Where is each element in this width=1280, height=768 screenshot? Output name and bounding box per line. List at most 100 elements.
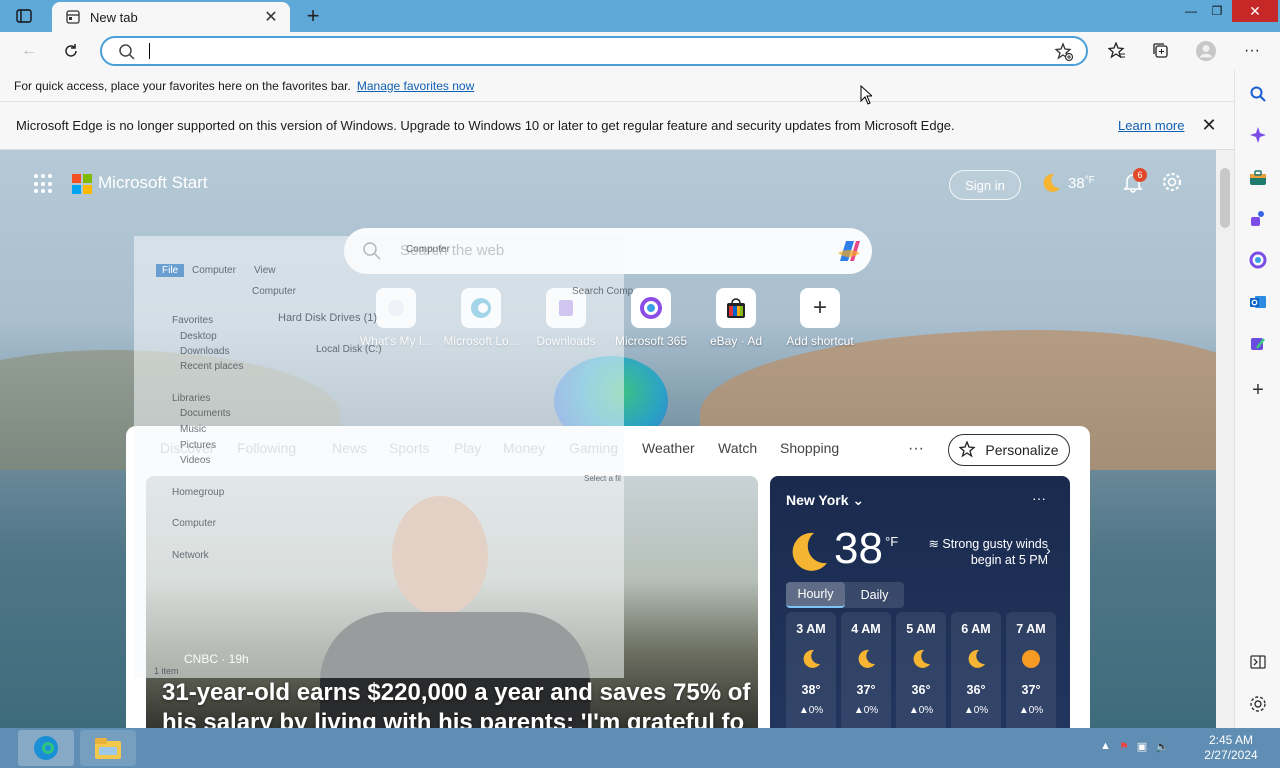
quick-link-label: Microsoft Lo... <box>443 334 519 348</box>
sidebar-hide-icon[interactable] <box>1248 652 1268 672</box>
tray-expand-icon[interactable]: ▲ <box>1100 740 1111 753</box>
feed-tab-shopping[interactable]: Shopping <box>780 440 839 456</box>
learn-more-link[interactable]: Learn more <box>1118 118 1184 133</box>
minimize-button[interactable]: — <box>1180 0 1202 22</box>
feed-tab-sports[interactable]: Sports <box>389 440 429 456</box>
hour-time: 3 AM <box>796 622 826 636</box>
hour-time: 6 AM <box>961 622 991 636</box>
feed-tab-watch[interactable]: Watch <box>718 440 757 456</box>
brand-title[interactable]: Microsoft Start <box>98 173 208 193</box>
refresh-icon[interactable] <box>58 39 84 63</box>
weather-temp: 38 <box>834 524 883 573</box>
navigation-toolbar: ← ··· <box>0 32 1280 70</box>
sidebar-copilot-icon[interactable] <box>1248 125 1268 145</box>
edge-icon <box>34 736 58 760</box>
unsupported-windows-infobar: Microsoft Edge is no longer supported on… <box>0 102 1234 150</box>
feed-more-icon[interactable]: ··· <box>908 440 924 458</box>
sidebar-shopping-icon[interactable] <box>1248 168 1268 188</box>
weather-city[interactable]: New York ⌄ <box>786 492 864 509</box>
chevron-right-icon[interactable]: › <box>1046 542 1051 558</box>
wind-icon: ≋ <box>928 537 943 551</box>
add-favorite-icon[interactable] <box>1054 42 1074 62</box>
close-window-button[interactable]: ✕ <box>1232 0 1278 22</box>
moon-icon <box>792 532 827 571</box>
sun-icon <box>1022 650 1040 668</box>
volume-icon[interactable]: 🔈 <box>1155 740 1169 753</box>
weather-more-icon[interactable]: ··· <box>1032 490 1046 506</box>
hourly-forecast-item: 7 AM 37° ▲0% <box>1006 612 1056 728</box>
quick-link-tile[interactable]: eBay · Ad <box>694 288 778 348</box>
feed-tab-discover[interactable]: Discover <box>160 440 214 456</box>
microsoft-logo-icon <box>72 174 92 194</box>
hour-precip: ▲0% <box>1018 705 1044 716</box>
quick-link-tile[interactable]: What's My I... <box>354 288 438 348</box>
mouse-cursor-icon <box>860 85 872 105</box>
add-shortcut-tile[interactable]: + Add shortcut <box>778 288 862 348</box>
tab-new-tab[interactable]: New tab ✕ <box>52 2 290 32</box>
quick-link-label: Microsoft 365 <box>614 334 688 348</box>
sidebar-outlook-icon[interactable] <box>1248 292 1268 312</box>
action-center-flag-icon[interactable]: ⚑ <box>1119 740 1129 753</box>
tab-close-icon[interactable]: ✕ <box>262 8 280 26</box>
page-settings-gear-icon[interactable] <box>1161 171 1183 193</box>
weather-tab-hourly[interactable]: Hourly <box>786 582 845 608</box>
taskbar-clock[interactable]: 2:45 AM 2/27/2024 <box>1196 733 1266 763</box>
plus-icon: + <box>800 288 840 328</box>
sidebar-games-icon[interactable] <box>1248 208 1268 228</box>
quick-link-tile[interactable]: Microsoft 365 <box>609 288 693 348</box>
story-headline[interactable]: 31-year-old earns $220,000 a year and sa… <box>162 678 752 728</box>
sign-in-button[interactable]: Sign in <box>949 170 1021 200</box>
collections-icon[interactable] <box>1148 39 1174 63</box>
sidebar-search-icon[interactable] <box>1248 84 1268 104</box>
favorites-icon[interactable] <box>1104 39 1130 63</box>
featured-story-card[interactable]: CNBC · 19h 31-year-old earns $220,000 a … <box>146 476 758 728</box>
new-tab-page: Microsoft Start Sign in 38 °F 6 Search t… <box>0 150 1216 728</box>
edit-sparkle-icon <box>959 441 976 458</box>
hour-precip: ▲0% <box>798 705 824 716</box>
back-arrow-icon[interactable]: ← <box>16 39 42 63</box>
header-weather[interactable]: 38 °F <box>1040 172 1095 194</box>
settings-more-icon[interactable]: ··· <box>1239 39 1265 63</box>
feed-tab-play[interactable]: Play <box>454 440 481 456</box>
new-tab-button[interactable]: + <box>302 3 324 28</box>
web-search-box[interactable]: Search the web <box>344 228 872 274</box>
quick-link-tile[interactable]: Microsoft Lo... <box>439 288 523 348</box>
feed-tab-weather[interactable]: Weather <box>642 440 695 456</box>
feed-tab-money[interactable]: Money <box>503 440 545 456</box>
sidebar-settings-icon[interactable] <box>1248 694 1268 714</box>
profile-avatar[interactable] <box>1193 39 1219 63</box>
feed-tab-news[interactable]: News <box>332 440 367 456</box>
hour-precip: ▲0% <box>963 705 989 716</box>
tab-actions-icon[interactable] <box>10 6 38 26</box>
quick-link-tile[interactable]: Downloads <box>524 288 608 348</box>
taskbar-edge-button[interactable] <box>18 730 74 766</box>
page-scrollbar[interactable] <box>1216 150 1234 728</box>
sidebar-designer-icon[interactable] <box>1248 334 1268 354</box>
network-icon[interactable]: ▣ <box>1137 740 1147 753</box>
manage-favorites-link[interactable]: Manage favorites now <box>357 79 474 93</box>
hourly-forecast-item: 3 AM 38° ▲0% <box>786 612 836 728</box>
personalize-button[interactable]: Personalize <box>948 434 1070 466</box>
favorites-bar-text: For quick access, place your favorites h… <box>14 78 351 93</box>
weather-card[interactable]: New York ⌄ ··· 38 °F ≋ Strong gusty wind… <box>770 476 1070 728</box>
app-launcher-icon[interactable] <box>34 174 54 194</box>
hour-temp: 38° <box>801 683 821 697</box>
feed-tab-following[interactable]: Following <box>237 440 296 456</box>
quick-link-label: eBay · Ad <box>709 334 763 348</box>
sidebar-microsoft365-icon[interactable] <box>1248 250 1268 270</box>
infobar-close-icon[interactable]: ✕ <box>1200 115 1218 135</box>
sidebar-add-icon[interactable]: + <box>1248 379 1268 401</box>
address-bar[interactable] <box>100 36 1088 66</box>
microsoft-learn-icon <box>461 288 501 328</box>
clock-time: 2:45 AM <box>1208 733 1254 747</box>
copilot-icon[interactable] <box>834 237 864 265</box>
story-source: CNBC · 19h <box>184 652 249 666</box>
weather-tab-daily[interactable]: Daily <box>845 582 904 608</box>
moon-icon <box>858 649 875 668</box>
feed-tab-gaming[interactable]: Gaming <box>569 440 618 456</box>
maximize-button[interactable]: ❐ <box>1206 0 1228 22</box>
text-caret <box>149 43 150 59</box>
scrollbar-thumb[interactable] <box>1220 168 1230 228</box>
taskbar-explorer-button[interactable] <box>80 730 136 766</box>
folder-icon <box>95 738 121 759</box>
